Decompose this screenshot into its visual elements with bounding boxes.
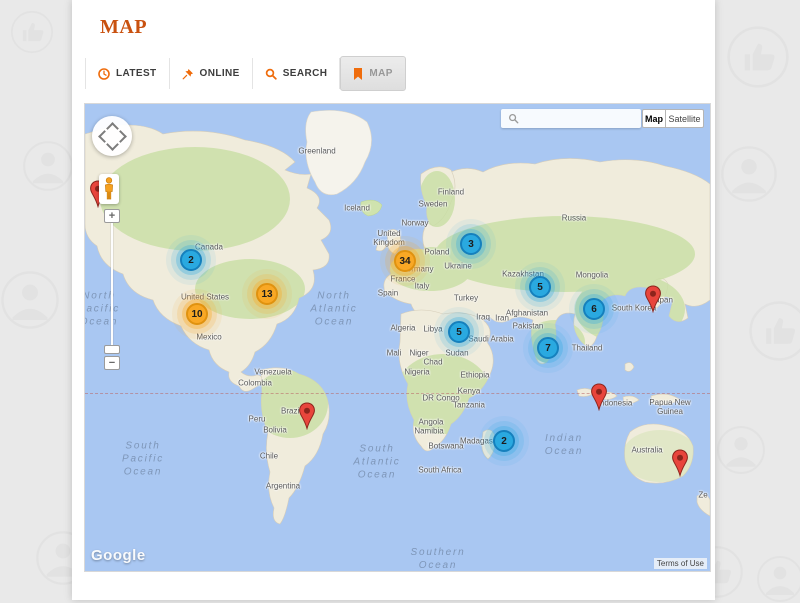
map-search-input[interactable]: [522, 110, 637, 127]
zoom-out-button[interactable]: −: [104, 356, 120, 370]
google-logo[interactable]: Google: [91, 547, 146, 564]
pegman-control[interactable]: [99, 174, 119, 204]
clock-icon: [98, 68, 110, 80]
person-pattern-icon: [756, 555, 800, 603]
thumbs-up-pattern-icon: [748, 300, 800, 362]
tab-search[interactable]: SEARCH: [253, 58, 341, 89]
tab-label: MAP: [369, 68, 392, 79]
tab-label: LATEST: [116, 68, 157, 79]
search-icon: [265, 68, 277, 80]
page-title: MAP: [100, 16, 147, 39]
person-pattern-icon: [720, 145, 778, 203]
thumbs-up-pattern-icon: [10, 10, 54, 54]
thumbs-up-pattern-icon: [726, 25, 790, 89]
tab-label: ONLINE: [200, 68, 240, 79]
map-search-box[interactable]: [501, 109, 641, 128]
world-map[interactable]: GreenlandIcelandCanadaUnited StatesMexic…: [84, 103, 711, 572]
search-icon: [508, 113, 519, 124]
zoom-slider-handle[interactable]: [104, 345, 120, 354]
map-type-button[interactable]: Map: [642, 109, 666, 128]
tab-online[interactable]: ONLINE: [170, 58, 253, 89]
zoom-in-button[interactable]: +: [104, 209, 120, 223]
satellite-type-button[interactable]: Satellite: [665, 109, 704, 128]
pan-control[interactable]: [92, 116, 132, 156]
map-controls-layer: + − Map Satellite: [85, 104, 710, 571]
person-pattern-icon: [716, 425, 766, 475]
tab-bar: LATEST ONLINE SEARCH MAP: [85, 57, 406, 90]
zoom-slider-track[interactable]: [111, 223, 113, 345]
tab-latest[interactable]: LATEST: [85, 58, 170, 89]
tab-map[interactable]: MAP: [340, 56, 405, 91]
person-pattern-icon: [22, 140, 74, 192]
pushpin-icon: [182, 68, 194, 80]
content-card: MAP LATEST ONLINE SEARCH MAP: [72, 0, 715, 600]
terms-of-use-link[interactable]: Terms of Use: [654, 558, 707, 569]
person-pattern-icon: [0, 270, 60, 330]
tab-label: SEARCH: [283, 68, 328, 79]
bookmark-icon: [353, 68, 363, 80]
pegman-icon: [103, 177, 115, 201]
